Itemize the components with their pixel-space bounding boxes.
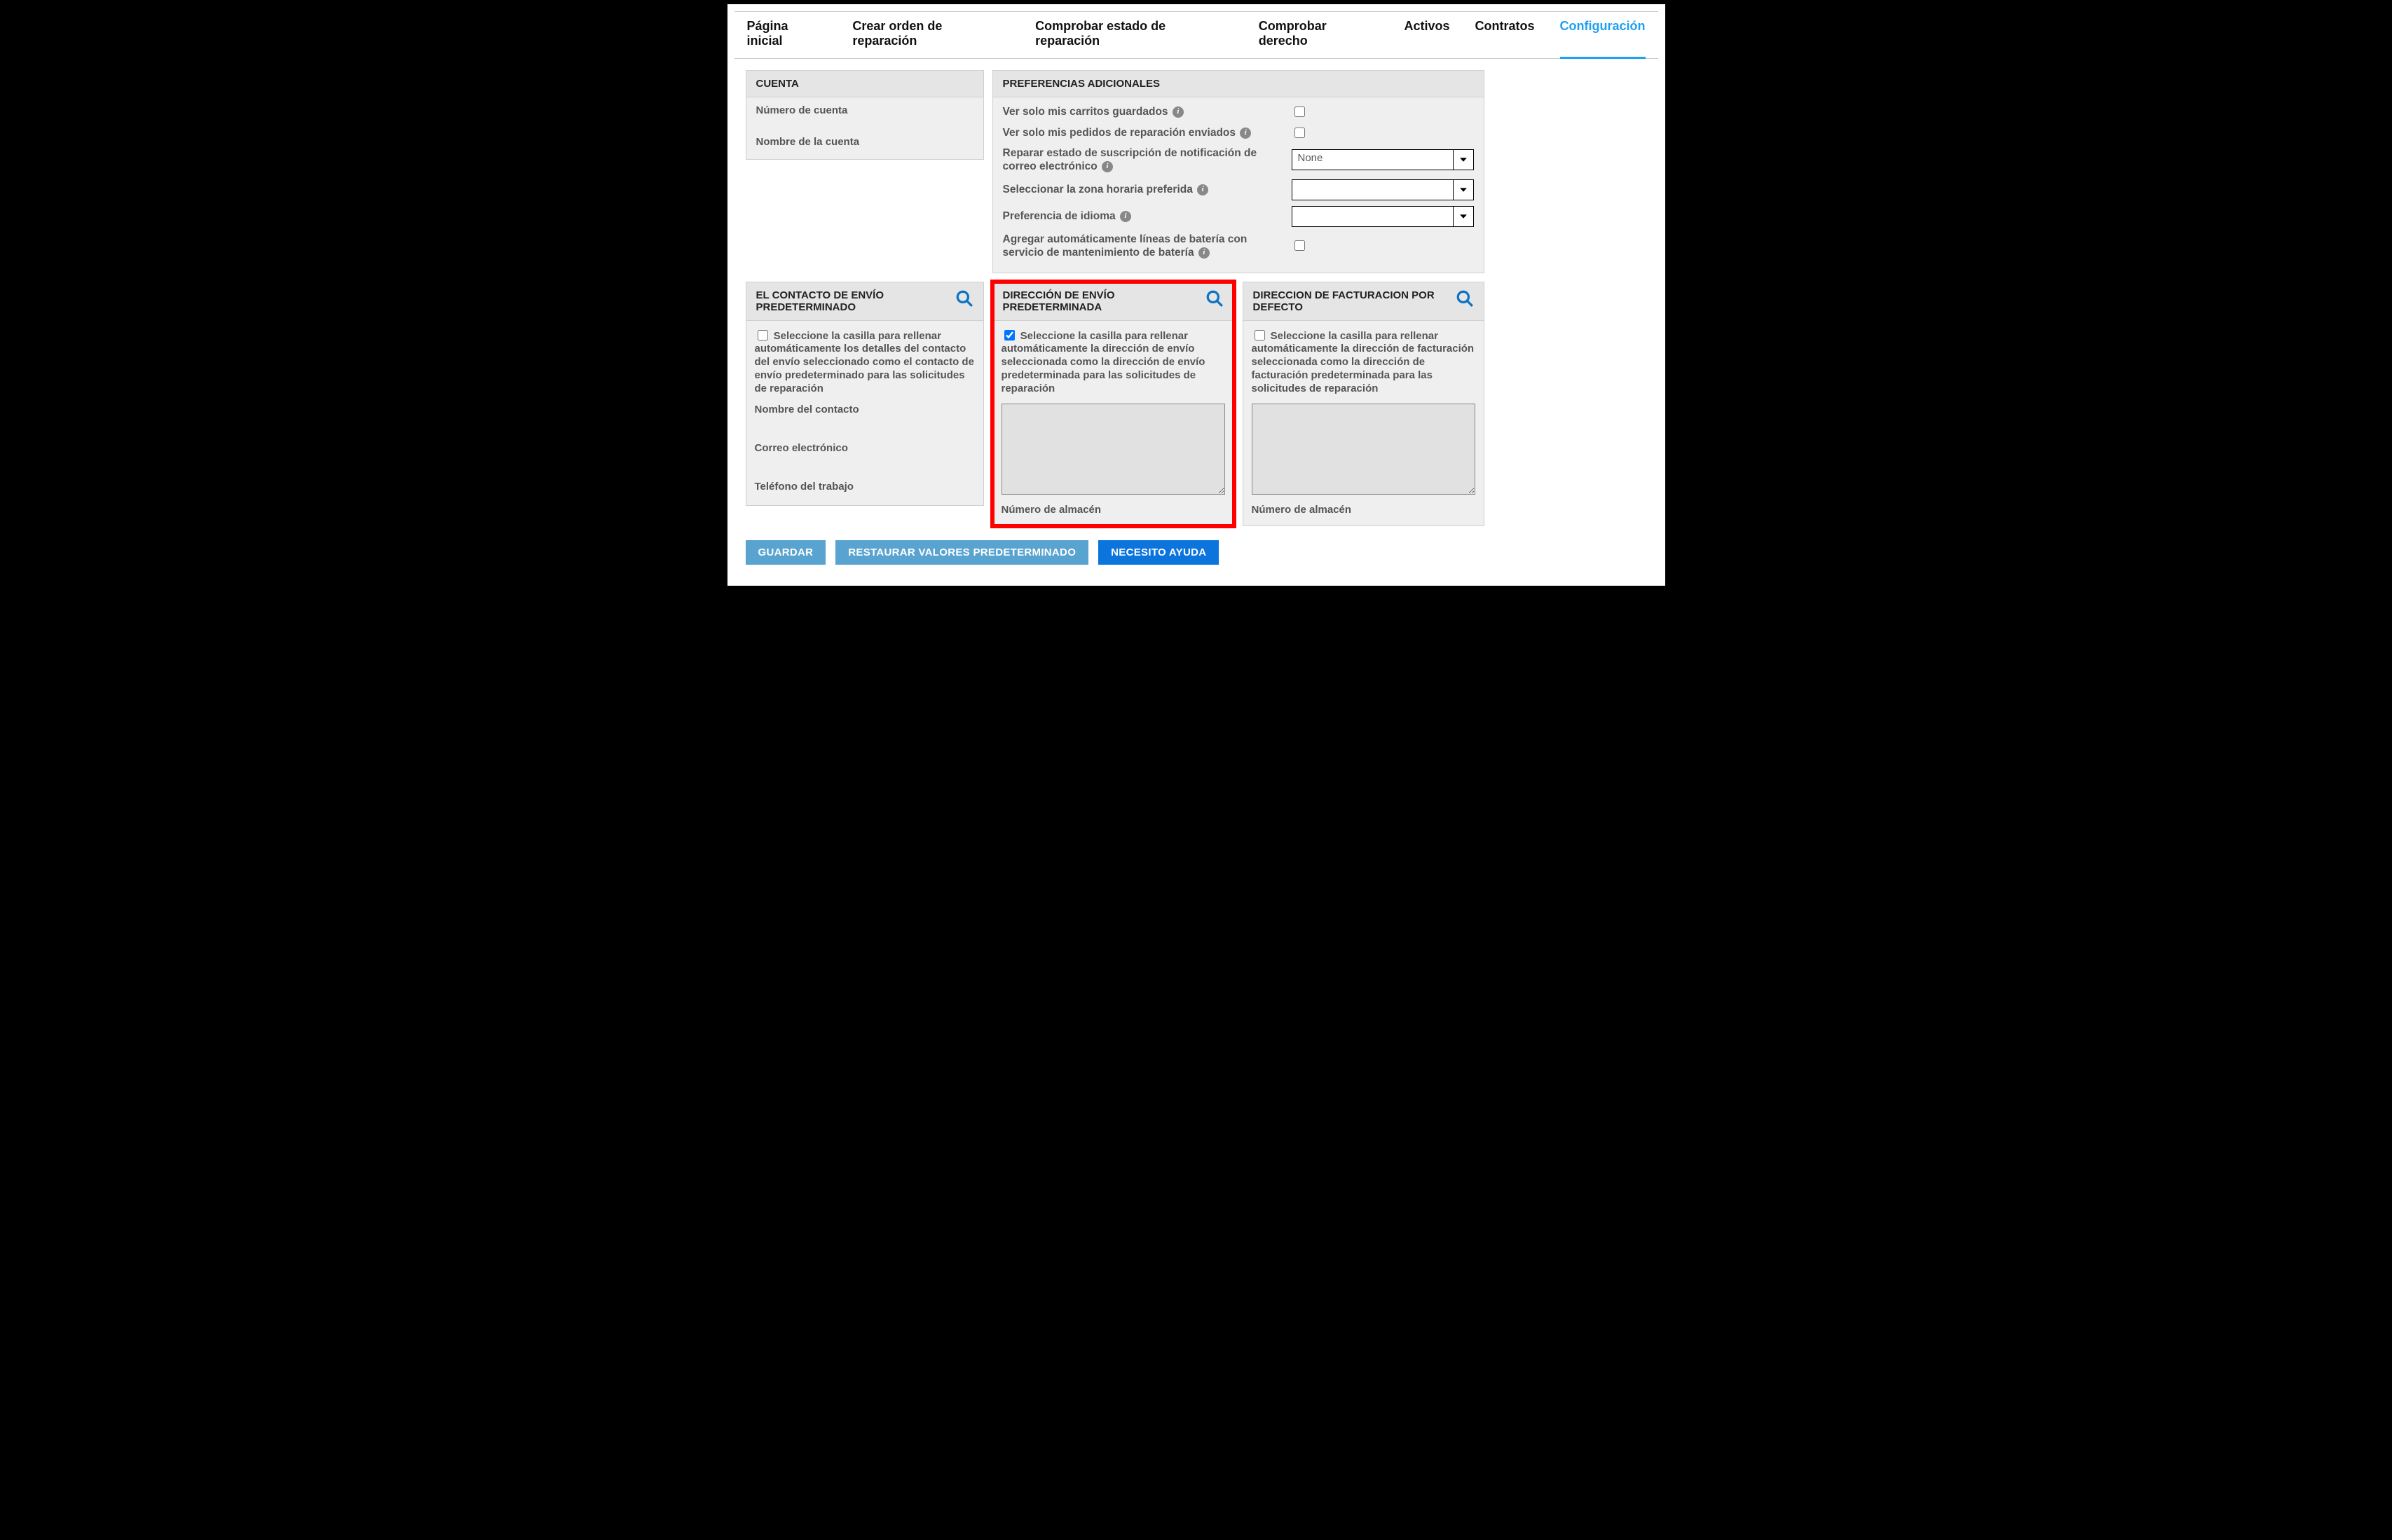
ship-address-textarea[interactable] xyxy=(1002,404,1225,495)
auto-battery-checkbox[interactable] xyxy=(1294,240,1305,251)
info-icon: i xyxy=(1102,161,1113,172)
account-panel: CUENTA Número de cuenta Nombre de la cue… xyxy=(746,70,984,160)
only-my-carts-checkbox[interactable] xyxy=(1294,106,1305,117)
language-label: Preferencia de idioma xyxy=(1003,210,1116,222)
billing-address-autofill-checkbox[interactable] xyxy=(1255,330,1265,341)
default-ship-address-panel: DIRECCIÓN DE ENVÍO PREDETERMINADA Selecc… xyxy=(992,282,1234,527)
restore-defaults-button[interactable]: RESTAURAR VALORES PREDETERMINADO xyxy=(835,540,1088,565)
info-icon: i xyxy=(1198,247,1210,259)
notif-status-value: None xyxy=(1292,150,1453,170)
default-billing-address-title: DIRECCION DE FACTURACION POR DEFECTO xyxy=(1253,289,1456,313)
tab-check-entitlement[interactable]: Comprobar derecho xyxy=(1259,16,1379,51)
account-name-label: Nombre de la cuenta xyxy=(756,136,973,148)
tab-check-repair-status[interactable]: Comprobar estado de reparación xyxy=(1035,16,1233,51)
auto-battery-label: Agregar automáticamente líneas de baterí… xyxy=(1003,233,1248,259)
additional-prefs-title: PREFERENCIAS ADICIONALES xyxy=(993,71,1484,97)
search-icon[interactable] xyxy=(1456,289,1474,310)
contact-email-label: Correo electrónico xyxy=(755,442,975,454)
notif-status-label: Reparar estado de suscripción de notific… xyxy=(1003,147,1257,172)
language-value xyxy=(1292,207,1453,226)
ship-contact-autofill-label: Seleccione la casilla para rellenar auto… xyxy=(755,330,974,394)
tab-contracts[interactable]: Contratos xyxy=(1475,16,1535,51)
additional-prefs-panel: PREFERENCIAS ADICIONALES Ver solo mis ca… xyxy=(992,70,1484,273)
notif-status-select[interactable]: None xyxy=(1292,149,1474,170)
ship-address-autofill-checkbox[interactable] xyxy=(1004,330,1015,341)
search-icon[interactable] xyxy=(1205,289,1224,310)
default-billing-address-panel: DIRECCION DE FACTURACION POR DEFECTO Sel… xyxy=(1243,282,1484,527)
chevron-down-icon xyxy=(1453,180,1473,200)
default-ship-contact-title: EL CONTACTO DE ENVÍO PREDETERMINADO xyxy=(756,289,955,313)
language-select[interactable] xyxy=(1292,206,1474,227)
chevron-down-icon xyxy=(1453,207,1473,226)
contact-phone-label: Teléfono del trabajo xyxy=(755,481,975,493)
ship-warehouse-label: Número de almacén xyxy=(1002,504,1225,516)
billing-warehouse-label: Número de almacén xyxy=(1252,504,1475,516)
timezone-value xyxy=(1292,180,1453,200)
only-my-orders-checkbox[interactable] xyxy=(1294,128,1305,138)
ship-contact-autofill-checkbox[interactable] xyxy=(758,330,768,341)
tab-bar: Página inicial Crear orden de reparación… xyxy=(734,11,1658,59)
info-icon: i xyxy=(1240,128,1251,139)
tab-create-repair-order[interactable]: Crear orden de reparación xyxy=(852,16,1010,51)
chevron-down-icon xyxy=(1453,150,1473,170)
tab-home[interactable]: Página inicial xyxy=(747,16,828,51)
tab-assets[interactable]: Activos xyxy=(1404,16,1449,51)
ship-address-autofill-label: Seleccione la casilla para rellenar auto… xyxy=(1002,330,1205,394)
info-icon: i xyxy=(1173,106,1184,118)
contact-name-label: Nombre del contacto xyxy=(755,404,975,415)
account-panel-title: CUENTA xyxy=(746,71,983,97)
search-icon[interactable] xyxy=(955,289,973,310)
tab-configuration[interactable]: Configuración xyxy=(1560,16,1646,59)
info-icon: i xyxy=(1120,211,1131,222)
info-icon: i xyxy=(1197,184,1208,195)
default-ship-address-title: DIRECCIÓN DE ENVÍO PREDETERMINADA xyxy=(1003,289,1205,313)
default-ship-contact-panel: EL CONTACTO DE ENVÍO PREDETERMINADO Sele… xyxy=(746,282,984,507)
only-my-carts-label: Ver solo mis carritos guardados xyxy=(1003,106,1168,118)
save-button[interactable]: GUARDAR xyxy=(746,540,826,565)
billing-address-autofill-label: Seleccione la casilla para rellenar auto… xyxy=(1252,330,1475,394)
timezone-label: Seleccionar la zona horaria preferida xyxy=(1003,184,1193,195)
account-number-label: Número de cuenta xyxy=(756,104,973,116)
only-my-orders-label: Ver solo mis pedidos de reparación envia… xyxy=(1003,127,1236,139)
need-help-button[interactable]: NECESITO AYUDA xyxy=(1098,540,1219,565)
timezone-select[interactable] xyxy=(1292,179,1474,200)
billing-address-textarea[interactable] xyxy=(1252,404,1475,495)
